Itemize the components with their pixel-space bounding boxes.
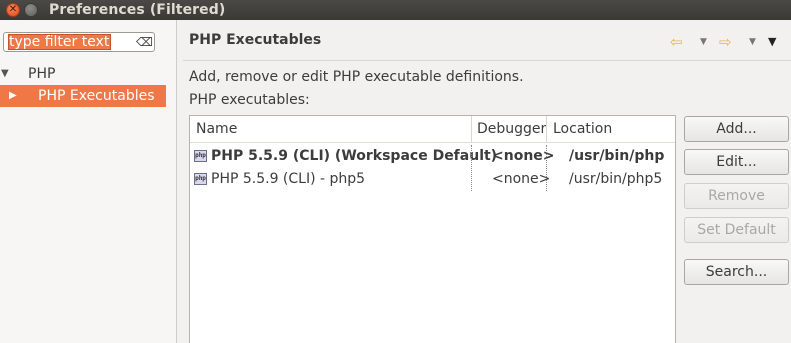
column-divider[interactable] bbox=[471, 116, 472, 142]
tree-item-php[interactable]: ▼ PHP bbox=[0, 63, 166, 85]
row-name: PHP 5.5.9 (CLI) (Workspace Default) bbox=[211, 148, 498, 164]
header-divider bbox=[183, 60, 791, 61]
tree-item-label: PHP Executables bbox=[38, 88, 155, 104]
set-default-button[interactable]: Set Default bbox=[684, 217, 789, 243]
window-titlebar: ✕ Preferences (Filtered) bbox=[0, 0, 791, 20]
row-debugger: <none> bbox=[492, 171, 551, 187]
php-icon: php bbox=[194, 173, 207, 185]
collapsed-arrow-icon[interactable]: ▶ bbox=[9, 85, 17, 107]
row-name: PHP 5.5.9 (CLI) - php5 bbox=[211, 171, 366, 187]
tree-item-php-executables[interactable]: ▶ PHP Executables bbox=[0, 85, 166, 107]
column-header-location[interactable]: Location bbox=[553, 116, 612, 142]
filter-input[interactable]: type filter text ⌫ bbox=[3, 32, 155, 52]
add-button[interactable]: Add... bbox=[684, 116, 789, 142]
search-button[interactable]: Search... bbox=[684, 259, 789, 285]
column-header-debugger[interactable]: Debugger bbox=[477, 116, 546, 142]
column-divider[interactable] bbox=[546, 116, 547, 142]
filter-input-text[interactable]: type filter text bbox=[8, 34, 112, 50]
column-divider bbox=[546, 145, 547, 191]
column-header-name[interactable]: Name bbox=[196, 116, 237, 142]
column-divider bbox=[471, 145, 472, 191]
back-dropdown-icon[interactable]: ▼ bbox=[700, 34, 707, 50]
expanded-arrow-icon[interactable]: ▼ bbox=[1, 63, 9, 85]
page-title: PHP Executables bbox=[189, 32, 322, 48]
php-executables-table[interactable]: Name Debugger Location php PHP 5.5.9 (CL… bbox=[189, 115, 676, 343]
view-menu-icon[interactable]: ▼ bbox=[768, 34, 776, 50]
executables-list-label: PHP executables: bbox=[189, 92, 310, 108]
tree-item-label: PHP bbox=[28, 66, 56, 82]
preferences-tree-panel: type filter text ⌫ ▼ PHP ▶ PHP Executabl… bbox=[0, 20, 177, 343]
page-description: Add, remove or edit PHP executable defin… bbox=[189, 69, 524, 85]
forward-arrow-icon[interactable]: ⇨ bbox=[719, 34, 732, 50]
table-header: Name Debugger Location bbox=[190, 116, 675, 143]
row-location: /usr/bin/php5 bbox=[569, 171, 663, 187]
remove-button[interactable]: Remove bbox=[684, 183, 789, 209]
php-icon: php bbox=[194, 150, 207, 162]
row-location: /usr/bin/php bbox=[569, 148, 665, 164]
minimize-icon[interactable] bbox=[24, 3, 38, 17]
forward-dropdown-icon[interactable]: ▼ bbox=[749, 34, 756, 50]
edit-button[interactable]: Edit... bbox=[684, 149, 789, 175]
clear-filter-icon[interactable]: ⌫ bbox=[136, 35, 153, 49]
table-row[interactable]: php PHP 5.5.9 (CLI) (Workspace Default) … bbox=[190, 145, 675, 167]
close-icon[interactable]: ✕ bbox=[6, 3, 20, 17]
table-row[interactable]: php PHP 5.5.9 (CLI) - php5 <none> /usr/b… bbox=[190, 168, 675, 190]
window-title: Preferences (Filtered) bbox=[49, 2, 226, 18]
back-arrow-icon[interactable]: ⇦ bbox=[670, 34, 683, 50]
